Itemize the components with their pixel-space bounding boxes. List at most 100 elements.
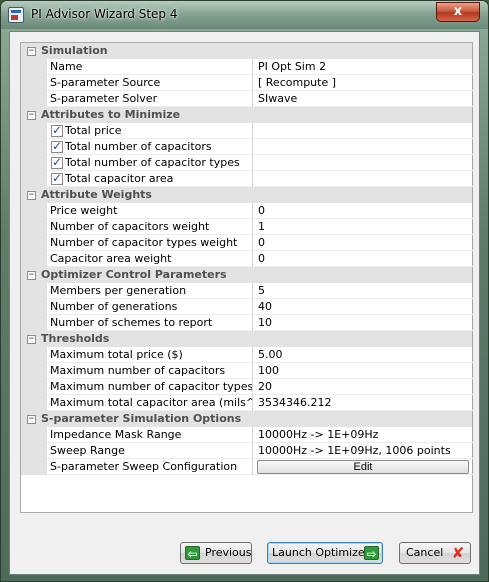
property-row[interactable]: S-parameter Solver SIwave (21, 91, 473, 107)
property-row[interactable]: S-parameter Sweep Configuration Edit (21, 459, 473, 475)
property-value[interactable]: 10000Hz -> 1E+09Hz, 1006 points (253, 443, 473, 459)
property-name: S-parameter Sweep Configuration (47, 459, 253, 475)
category-row[interactable]: − Optimizer Control Parameters (21, 267, 472, 283)
row-gutter (21, 203, 47, 219)
wizard-window: PI Advisor Wizard Step 4 x − Simulation Na… (0, 0, 489, 582)
property-row[interactable]: Total capacitor area (21, 171, 473, 187)
collapse-toggle-icon[interactable]: − (27, 111, 36, 120)
property-row[interactable]: Maximum number of capacitors 100 (21, 363, 473, 379)
row-gutter (21, 219, 47, 235)
category-title: Simulation (41, 44, 108, 57)
property-row[interactable]: Sweep Range 10000Hz -> 1E+09Hz, 1006 poin… (21, 443, 473, 459)
property-value[interactable]: 10000Hz -> 1E+09Hz (253, 427, 473, 443)
title-bar[interactable]: PI Advisor Wizard Step 4 x (1, 1, 488, 29)
cancel-x-icon: ✘ (451, 544, 465, 562)
category-row[interactable]: − Attribute Weights (21, 187, 472, 203)
collapse-toggle-icon[interactable]: − (27, 335, 36, 344)
property-row[interactable]: Maximum total price ($) 5.00 (21, 347, 473, 363)
row-gutter (21, 315, 47, 331)
category-title: Attribute Weights (41, 188, 152, 201)
property-row[interactable]: Total number of capacitors (21, 139, 473, 155)
property-value[interactable]: 3534346.212 (253, 395, 473, 411)
edit-button[interactable]: Edit (257, 460, 469, 474)
category-title: S-parameter Simulation Options (41, 412, 242, 425)
collapse-toggle-icon[interactable]: − (27, 271, 36, 280)
property-row[interactable]: Maximum total capacitor area (mils^2) 353… (21, 395, 473, 411)
property-value[interactable] (253, 171, 473, 187)
property-grid: − Simulation Name PI Opt Sim 2 S-parameter S… (20, 42, 473, 513)
property-name: Total number of capacitors (47, 139, 253, 155)
property-name: Sweep Range (47, 443, 253, 459)
property-name: Total capacitor area (47, 171, 253, 187)
property-value[interactable]: 0 (253, 235, 473, 251)
row-gutter (21, 363, 47, 379)
property-value[interactable]: Edit (253, 459, 473, 475)
property-value[interactable]: 40 (253, 299, 473, 315)
property-row[interactable]: Number of capacitors weight 1 (21, 219, 473, 235)
property-name: Total number of capacitor types (47, 155, 253, 171)
category-title: Attributes to Minimize (41, 108, 181, 121)
cancel-button[interactable]: Cancel ✘ (399, 542, 471, 564)
app-icon (8, 7, 24, 23)
property-name: Price weight (47, 203, 253, 219)
property-row[interactable]: Members per generation 5 (21, 283, 473, 299)
property-value[interactable]: 10 (253, 315, 473, 331)
previous-button-label: Previous (205, 546, 252, 559)
property-value[interactable]: 5 (253, 283, 473, 299)
property-value[interactable]: 100 (253, 363, 473, 379)
property-value[interactable] (253, 155, 473, 171)
category-row[interactable]: − Simulation (21, 43, 472, 59)
row-gutter (21, 235, 47, 251)
row-gutter (21, 251, 47, 267)
property-row[interactable]: Number of schemes to report 10 (21, 315, 473, 331)
property-name: Maximum total capacitor area (mils^2) (47, 395, 253, 411)
row-gutter (21, 347, 47, 363)
property-row[interactable]: Total number of capacitor types (21, 155, 473, 171)
collapse-toggle-icon[interactable]: − (27, 191, 36, 200)
row-gutter (21, 123, 47, 139)
close-button[interactable]: x (436, 2, 480, 22)
row-gutter (21, 171, 47, 187)
property-value[interactable] (253, 123, 473, 139)
property-value[interactable] (253, 139, 473, 155)
property-value[interactable]: SIwave (253, 91, 473, 107)
property-name: Number of capacitors weight (47, 219, 253, 235)
property-row[interactable]: Impedance Mask Range 10000Hz -> 1E+09Hz (21, 427, 473, 443)
property-row[interactable]: S-parameter Source[ Recompute ] (21, 75, 473, 91)
property-row[interactable]: Price weight 0 (21, 203, 473, 219)
previous-button[interactable]: ⇦ Previous (180, 542, 252, 564)
row-gutter (21, 91, 47, 107)
property-row[interactable]: Number of capacitor types weight 0 (21, 235, 473, 251)
category-row[interactable]: − S-parameter Simulation Options (21, 411, 472, 427)
launch-optimizer-button[interactable]: Launch Optimizer ⇨ (267, 542, 383, 564)
cancel-button-label: Cancel (406, 546, 444, 559)
property-value[interactable]: 0 (253, 251, 473, 267)
row-gutter (21, 139, 47, 155)
property-name: Maximum total price ($) (47, 347, 253, 363)
property-row[interactable]: Total price (21, 123, 473, 139)
category-row[interactable]: − Thresholds (21, 331, 472, 347)
row-gutter (21, 75, 47, 91)
property-name: Maximum number of capacitor types (47, 379, 253, 395)
property-name: Total price (47, 123, 253, 139)
row-gutter (21, 299, 47, 315)
collapse-toggle-icon[interactable]: − (27, 47, 36, 56)
property-row[interactable]: Name PI Opt Sim 2 (21, 59, 473, 75)
row-gutter (21, 155, 47, 171)
property-row[interactable]: Maximum number of capacitor types 20 (21, 379, 473, 395)
collapse-toggle-icon[interactable]: − (27, 415, 36, 424)
property-value[interactable]: [ Recompute ] (253, 75, 473, 91)
property-value[interactable]: 20 (253, 379, 473, 395)
property-value[interactable]: 0 (253, 203, 473, 219)
property-row[interactable]: Number of generations 40 (21, 299, 473, 315)
property-name: S-parameter Solver (47, 91, 253, 107)
property-value[interactable]: 1 (253, 219, 473, 235)
dialog-body: − Simulation Name PI Opt Sim 2 S-parameter S… (9, 31, 480, 575)
row-gutter (21, 427, 47, 443)
property-name: S-parameter Source (47, 75, 253, 91)
property-value[interactable]: 5.00 (253, 347, 473, 363)
property-name: Name (47, 59, 253, 75)
property-row[interactable]: Capacitor area weight 0 (21, 251, 473, 267)
property-value[interactable]: PI Opt Sim 2 (253, 59, 473, 75)
category-row[interactable]: − Attributes to Minimize (21, 107, 472, 123)
